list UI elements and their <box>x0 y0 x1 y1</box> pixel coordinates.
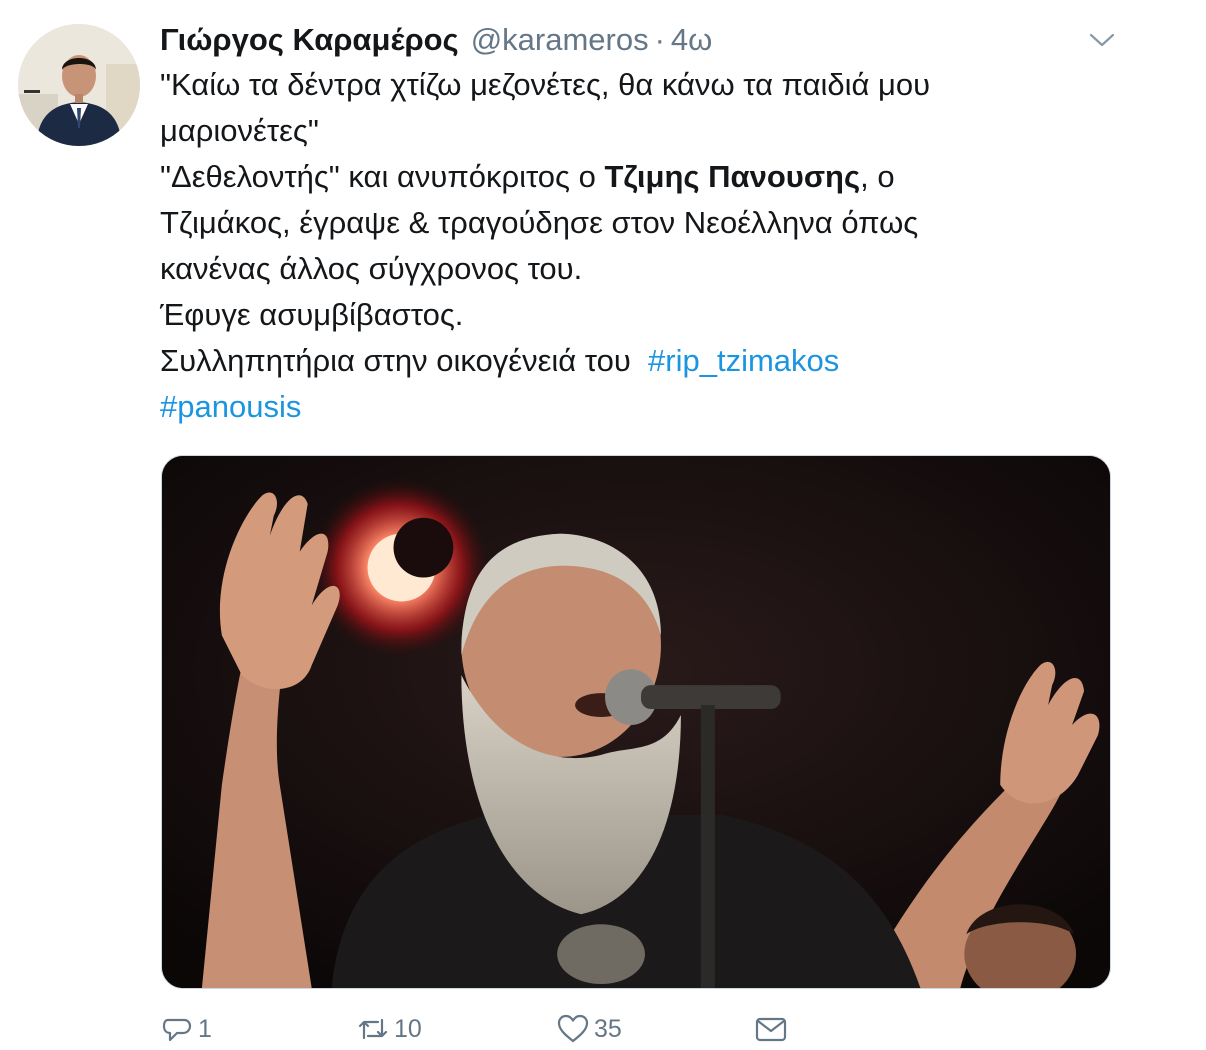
action-bar: 1 10 35 <box>160 1008 1120 1050</box>
tweet-line: κανένας άλλος σύγχρονος του. <box>160 251 583 286</box>
hashtag-link-rip-tzimakos[interactable]: #rip_tzimakos <box>648 343 839 378</box>
chevron-down-icon[interactable] <box>1088 28 1116 52</box>
tweet-line: μαριονέτες" <box>160 113 319 148</box>
hashtag-link-panousis[interactable]: #panousis <box>160 389 301 424</box>
separator-dot: · <box>654 22 665 57</box>
heart-icon <box>557 1014 589 1043</box>
tweet-card: Γιώργος Καραμέρος @karameros · 4ω "Καίω … <box>0 0 1206 1050</box>
reply-button[interactable]: 1 <box>160 1008 212 1050</box>
tweet-text-segment: "Δεθελοντής" και ανυπόκριτος ο <box>160 159 605 194</box>
reply-count: 1 <box>198 1014 212 1043</box>
avatar-image <box>18 24 140 146</box>
retweet-icon <box>358 1018 388 1040</box>
tweet-line: "Καίω τα δέντρα χτίζω μεζονέτες, θα κάνω… <box>160 67 931 102</box>
tweet-line: "Δεθελοντής" και ανυπόκριτος ο Τζιμης Πα… <box>160 154 1120 200</box>
tweet-text-segment: , ο <box>860 159 895 194</box>
like-button[interactable]: 35 <box>556 1008 622 1050</box>
tweet-text-segment: Συλληπητήρια στην οικογένειά του <box>160 343 649 378</box>
tweet-line: Έφυγε ασυμβίβαστος. <box>160 297 464 332</box>
tweet-photo[interactable] <box>161 455 1111 989</box>
tweet-line: Τζιμάκος, έγραψε & τραγούδησε στον Νεοέλ… <box>160 205 919 240</box>
author-name[interactable]: Γιώργος Καραμέρος <box>160 20 459 60</box>
author-handle[interactable]: @karameros <box>471 20 649 60</box>
concert-photo <box>162 456 1110 988</box>
retweet-button[interactable]: 10 <box>356 1008 422 1050</box>
reply-icon <box>162 1018 192 1042</box>
tweet-text: "Καίω τα δέντρα χτίζω μεζονέτες, θα κάνω… <box>160 62 1120 430</box>
envelope-icon <box>755 1017 787 1042</box>
like-count: 35 <box>594 1014 622 1043</box>
direct-message-button[interactable] <box>754 1008 788 1050</box>
bold-name: Τζιμης Πανουσης <box>604 159 861 194</box>
tweet-line: Συλληπητήρια στην οικογένειά του #rip_tz… <box>160 338 1120 384</box>
timestamp[interactable]: 4ω <box>671 20 712 60</box>
tweet-line: #panousis <box>160 384 1120 430</box>
tweet-header: Γιώργος Καραμέρος @karameros · 4ω <box>160 20 712 60</box>
avatar[interactable] <box>18 24 140 146</box>
retweet-count: 10 <box>394 1014 422 1043</box>
